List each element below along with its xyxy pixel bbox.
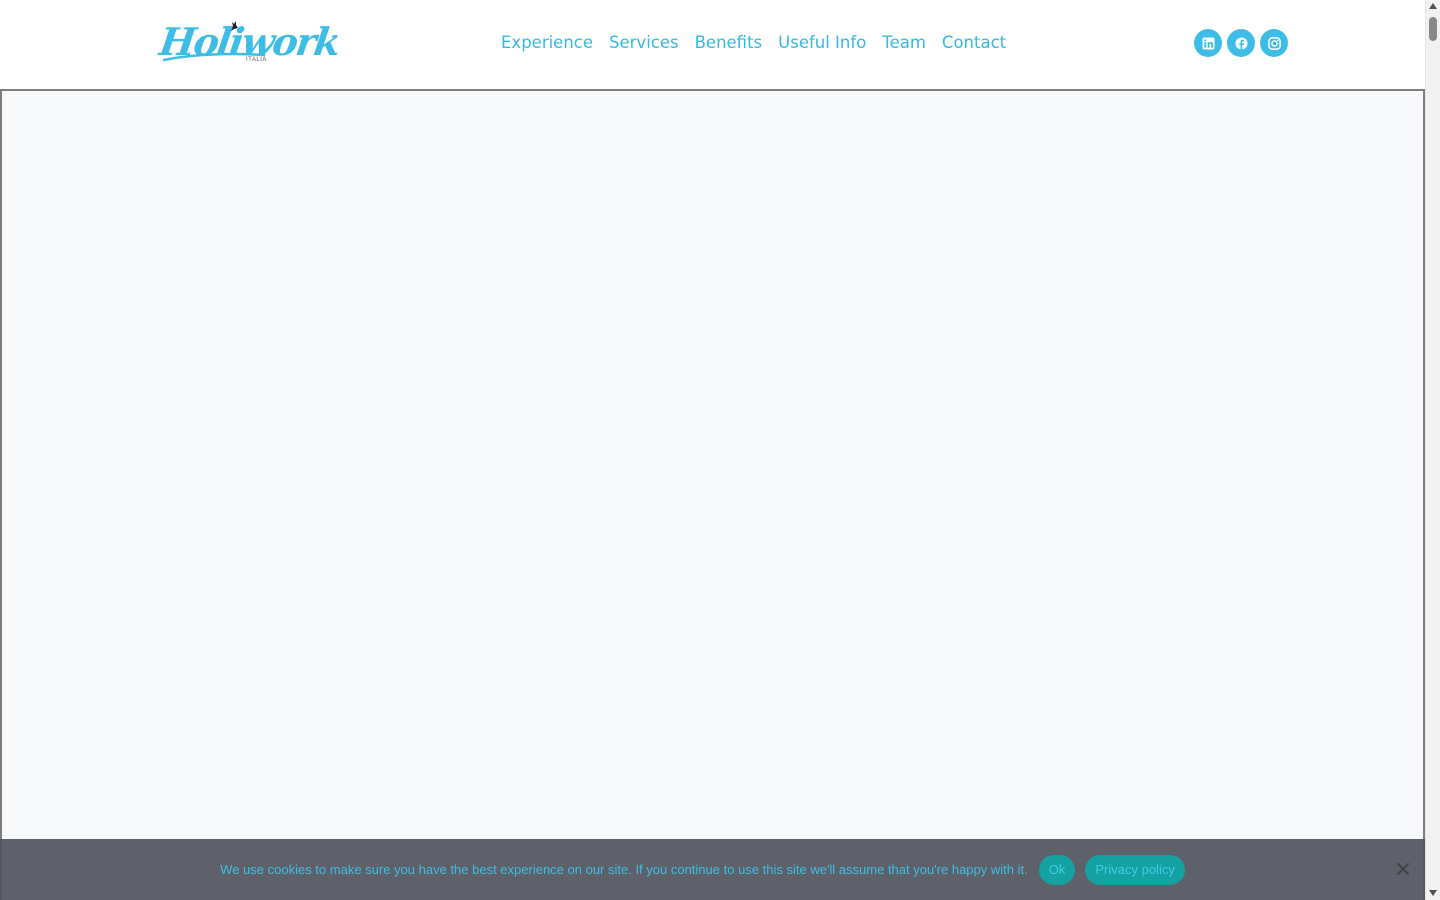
social-links bbox=[1194, 29, 1288, 57]
main-nav: Experience Services Benefits Useful Info… bbox=[493, 30, 1014, 56]
linkedin-button[interactable] bbox=[1194, 29, 1222, 57]
scroll-thumb[interactable] bbox=[1429, 17, 1437, 41]
nav-item-useful-info[interactable]: Useful Info bbox=[770, 30, 874, 56]
facebook-icon bbox=[1234, 36, 1248, 50]
site-header: Holiwork ITALIA Experience Services Bene… bbox=[0, 0, 1425, 89]
facebook-button[interactable] bbox=[1227, 29, 1255, 57]
cookie-ok-button[interactable]: Ok bbox=[1038, 854, 1076, 885]
cookie-notice: We use cookies to make sure you have the… bbox=[0, 839, 1425, 900]
nav-item-benefits[interactable]: Benefits bbox=[687, 30, 771, 56]
nav-item-team[interactable]: Team bbox=[874, 30, 934, 56]
cookie-message: We use cookies to make sure you have the… bbox=[220, 862, 1028, 877]
nav-item-services[interactable]: Services bbox=[601, 30, 687, 56]
nav-item-experience[interactable]: Experience bbox=[493, 30, 601, 56]
instagram-button[interactable] bbox=[1260, 29, 1288, 57]
privacy-policy-button[interactable]: Privacy policy bbox=[1085, 854, 1185, 885]
instagram-icon bbox=[1267, 36, 1281, 50]
logo-subtext: ITALIA bbox=[246, 57, 267, 63]
scroll-up-arrow-icon[interactable] bbox=[1429, 3, 1437, 9]
nav-item-contact[interactable]: Contact bbox=[934, 30, 1014, 56]
vertical-scrollbar[interactable] bbox=[1425, 0, 1440, 900]
close-icon[interactable] bbox=[1395, 861, 1411, 877]
main-content-area bbox=[0, 89, 1425, 900]
linkedin-icon bbox=[1201, 36, 1215, 50]
scroll-down-arrow-icon[interactable] bbox=[1429, 890, 1437, 896]
holiwork-logo[interactable]: Holiwork ITALIA bbox=[157, 18, 342, 68]
